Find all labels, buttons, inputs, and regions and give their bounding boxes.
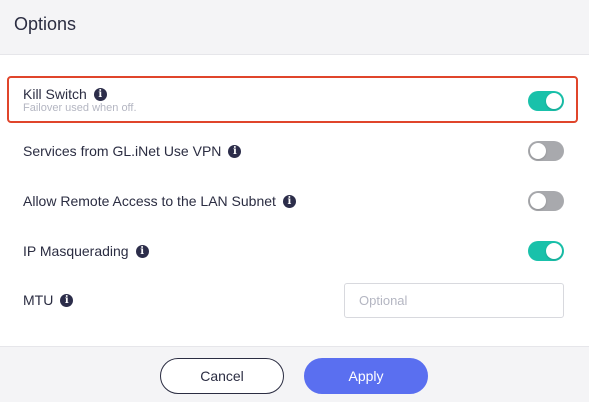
dialog-header: Options bbox=[0, 0, 589, 55]
remote-access-lan-toggle[interactable] bbox=[528, 191, 564, 211]
toggle-knob bbox=[530, 193, 546, 209]
toggle-knob bbox=[530, 143, 546, 159]
dialog-title: Options bbox=[14, 14, 77, 34]
toggle-knob bbox=[546, 93, 562, 109]
info-icon[interactable]: i bbox=[93, 87, 107, 101]
services-use-vpn-label: Services from GL.iNet Use VPN bbox=[23, 143, 222, 159]
toggle-knob bbox=[546, 243, 562, 259]
ip-masquerading-label: IP Masquerading bbox=[23, 243, 129, 259]
info-icon[interactable]: i bbox=[228, 144, 242, 158]
mtu-label: MTU bbox=[23, 292, 54, 308]
info-icon[interactable]: i bbox=[282, 194, 296, 208]
kill-switch-toggle[interactable] bbox=[528, 91, 564, 111]
apply-button[interactable]: Apply bbox=[304, 358, 428, 394]
ip-masquerading-toggle[interactable] bbox=[528, 241, 564, 261]
info-icon[interactable]: i bbox=[60, 293, 74, 307]
kill-switch-sublabel: Failover used when off. bbox=[23, 102, 137, 114]
dialog-footer: Cancel Apply bbox=[0, 346, 589, 402]
mtu-input[interactable] bbox=[344, 283, 564, 318]
cancel-button[interactable]: Cancel bbox=[160, 358, 284, 394]
remote-access-lan-label: Allow Remote Access to the LAN Subnet bbox=[23, 193, 276, 209]
services-use-vpn-toggle[interactable] bbox=[528, 141, 564, 161]
info-icon[interactable]: i bbox=[135, 244, 149, 258]
kill-switch-label: Kill Switch bbox=[23, 86, 87, 102]
